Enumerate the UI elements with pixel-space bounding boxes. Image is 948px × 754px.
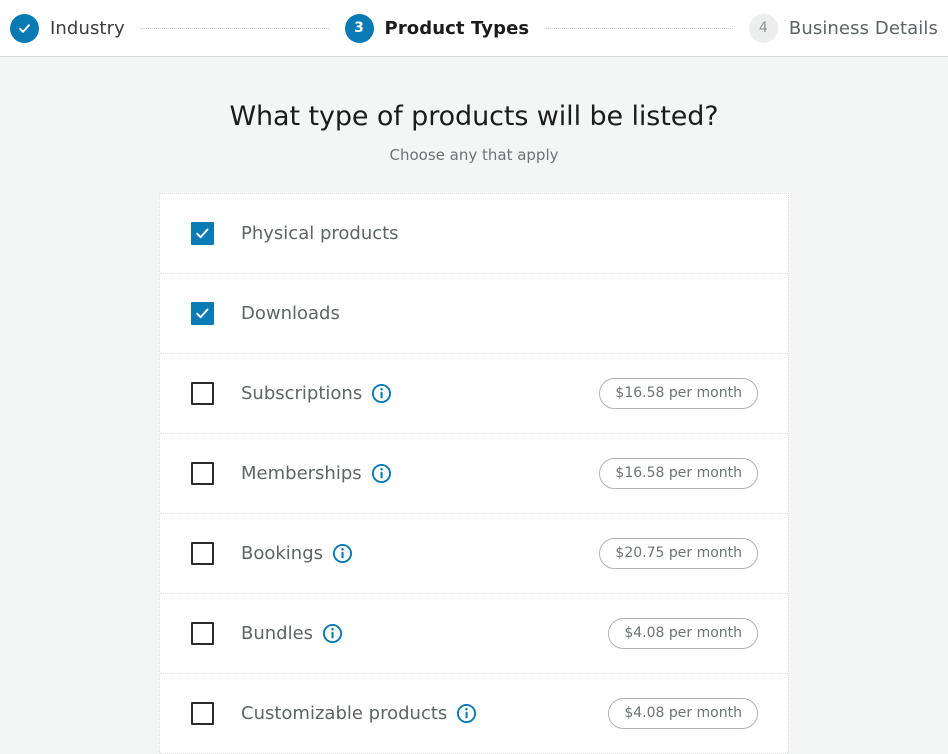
option-label-subscriptions: Subscriptions	[241, 383, 363, 404]
price-badge-bookings: $20.75 per month	[599, 538, 759, 569]
option-row-subscriptions[interactable]: Subscriptions $16.58 per month	[160, 354, 788, 434]
info-icon-bundles[interactable]	[322, 623, 343, 644]
option-left-bookings: Bookings	[191, 542, 476, 565]
page-subtitle: Choose any that apply	[389, 146, 559, 164]
info-icon-bookings[interactable]	[332, 543, 353, 564]
option-row-bundles[interactable]: Bundles $4.08 per month	[160, 594, 788, 674]
option-label-customizable-products: Customizable products	[241, 703, 448, 724]
option-left-downloads: Downloads	[191, 302, 549, 325]
option-row-bookings[interactable]: Bookings $20.75 per month	[160, 514, 788, 594]
price-badge-memberships: $16.58 per month	[599, 458, 759, 489]
option-label-physical-products: Physical products	[241, 223, 399, 244]
page-title: What type of products will be listed?	[229, 101, 719, 132]
price-badge-subscriptions: $16.58 per month	[599, 378, 758, 409]
price-badge-customizable-products: $4.08 per month	[608, 698, 758, 729]
main-content: What type of products will be listed? Ch…	[0, 57, 948, 754]
checkbox-memberships[interactable]	[191, 462, 214, 485]
step-product-types[interactable]: 3 Product Types	[344, 13, 530, 43]
step-business-details[interactable]: 4 Business Details	[748, 13, 938, 43]
checkbox-customizable-products[interactable]	[191, 702, 214, 725]
product-types-option-list: Physical products Downloads Subscriptions $…	[159, 193, 789, 754]
stepper-connector-1	[140, 27, 329, 29]
checkbox-bookings[interactable]	[191, 542, 214, 565]
option-left-bundles: Bundles	[191, 622, 476, 645]
step-product-types-label: Product Types	[384, 17, 530, 39]
onboarding-stepper: Industry 3 Product Types 4 Business Deta…	[0, 0, 948, 57]
step-business-details-label: Business Details	[788, 17, 938, 39]
checkbox-subscriptions[interactable]	[191, 382, 214, 405]
step-industry[interactable]: Industry	[10, 13, 125, 43]
option-left-memberships: Memberships	[191, 462, 496, 485]
stepper-connector-2	[545, 27, 733, 29]
option-label-downloads: Downloads	[241, 303, 340, 324]
checkbox-downloads[interactable]	[191, 302, 214, 325]
option-label-memberships: Memberships	[241, 463, 362, 484]
info-icon-memberships[interactable]	[371, 463, 392, 484]
option-left-subscriptions: Subscriptions	[191, 382, 496, 405]
option-label-bookings: Bookings	[241, 543, 324, 564]
option-row-customizable-products[interactable]: Customizable products $4.08 per month	[160, 674, 788, 754]
step-business-details-bullet: 4	[748, 13, 778, 43]
checkbox-physical-products[interactable]	[191, 222, 214, 245]
step-product-types-bullet: 3	[344, 13, 374, 43]
option-left-customizable-products: Customizable products	[191, 702, 543, 725]
option-left-physical-products: Physical products	[191, 222, 578, 245]
price-badge-bundles: $4.08 per month	[608, 618, 759, 649]
checkbox-bundles[interactable]	[191, 622, 214, 645]
option-row-memberships[interactable]: Memberships $16.58 per month	[160, 434, 788, 514]
option-label-bundles: Bundles	[241, 623, 314, 644]
step-industry-bullet	[10, 13, 39, 43]
step-industry-label: Industry	[50, 17, 125, 39]
info-icon-subscriptions[interactable]	[371, 383, 392, 404]
option-row-physical-products[interactable]: Physical products	[160, 194, 788, 274]
info-icon-customizable-products[interactable]	[456, 703, 477, 724]
option-row-downloads[interactable]: Downloads	[160, 274, 788, 354]
